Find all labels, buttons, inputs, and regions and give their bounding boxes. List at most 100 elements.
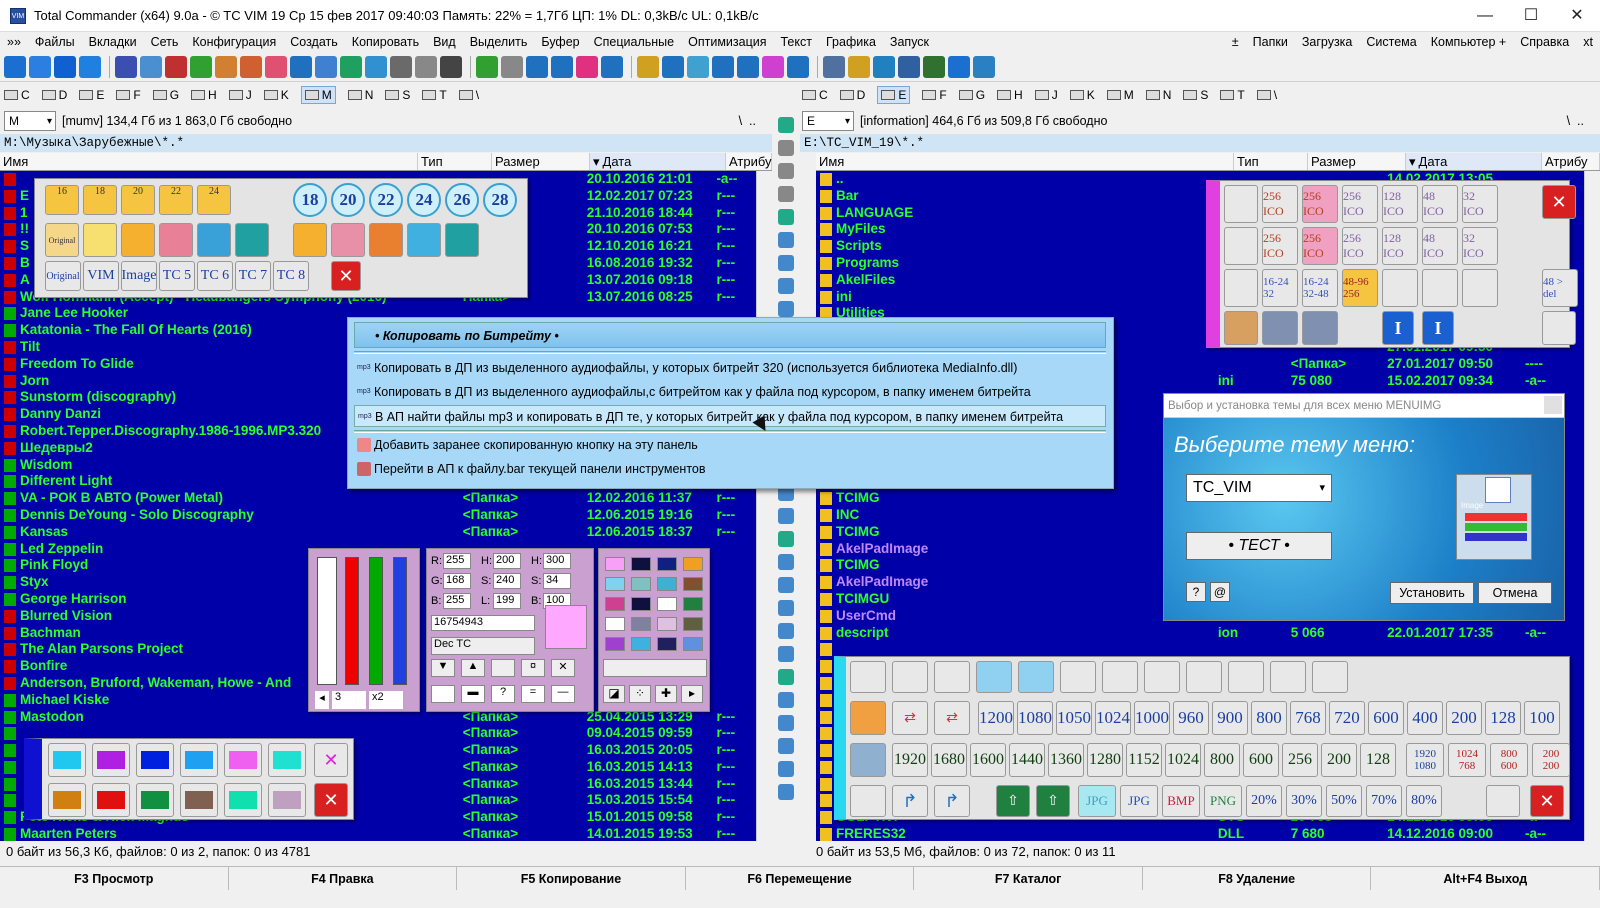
width-preset-button[interactable]: 200 <box>1446 701 1482 735</box>
resolution-pair-button[interactable]: 1024 768 <box>1448 743 1486 777</box>
toolbar-button-icon[interactable] <box>662 55 684 78</box>
menu-item[interactable]: Создать <box>283 35 345 49</box>
menu-item[interactable]: Загрузка <box>1295 35 1360 49</box>
side-button-icon[interactable] <box>778 715 794 731</box>
layout-icon[interactable] <box>1102 661 1138 693</box>
drive-button-h[interactable]: H <box>997 88 1023 102</box>
drive-button-e[interactable]: E <box>877 86 911 104</box>
arrow-size-button[interactable]: 18 <box>83 185 117 215</box>
menu-item[interactable]: Специальные <box>587 35 682 49</box>
folder-style-button[interactable]: Original <box>45 223 79 257</box>
drive-button-t[interactable]: T <box>1220 88 1245 102</box>
layout-icon[interactable] <box>1312 661 1348 693</box>
windows-logo-icon[interactable] <box>850 785 886 817</box>
menu-item-copy-bitrate[interactable]: mp3 Копировать в ДП из выделенного аудиоф… <box>354 381 1106 403</box>
windows-logo-icon[interactable] <box>1462 269 1498 307</box>
color-button[interactable] <box>136 743 174 777</box>
color-swatch[interactable] <box>657 597 677 611</box>
side-button-icon[interactable] <box>778 209 794 225</box>
col-date[interactable]: ▾ Дата <box>1406 153 1542 170</box>
theme-variant-button[interactable]: TC 7 <box>235 261 271 291</box>
height-preset-button[interactable]: 128 <box>1360 743 1396 777</box>
ico-size-button[interactable]: 256 ICO <box>1342 227 1378 265</box>
height-preset-button[interactable]: 1152 <box>1126 743 1162 777</box>
fkey-button[interactable]: F4 Правка <box>229 867 458 890</box>
color-tool-button[interactable]: = <box>521 685 545 703</box>
side-button-icon[interactable] <box>778 554 794 570</box>
toolbar-button-icon[interactable] <box>823 55 845 78</box>
resolution-pair-button[interactable]: 800 600 <box>1490 743 1528 777</box>
col-name[interactable]: Имя <box>816 153 1234 170</box>
width-preset-button[interactable]: 960 <box>1173 701 1209 735</box>
right-root-button[interactable]: \ .. <box>1567 114 1584 128</box>
width-select[interactable]: 3 <box>332 691 366 709</box>
color-swatch[interactable] <box>605 617 625 631</box>
left-current-path[interactable]: M:\Музыка\Зарубежные\*.* <box>0 134 772 152</box>
width-preset-button[interactable]: 800 <box>1251 701 1287 735</box>
height-preset-button[interactable]: 1920 <box>892 743 928 777</box>
color-swatch[interactable] <box>631 617 651 631</box>
toolbar-button-icon[interactable] <box>79 55 101 78</box>
toolbar-button-icon[interactable] <box>4 55 26 78</box>
side-button-icon[interactable] <box>778 163 794 179</box>
col-size[interactable]: Размер <box>492 153 590 170</box>
color-value-field[interactable]: 255 <box>443 553 471 569</box>
windows-logo-icon[interactable] <box>1422 269 1458 307</box>
width-preset-button[interactable]: 720 <box>1329 701 1365 735</box>
menu-item[interactable]: Запуск <box>883 35 936 49</box>
side-button-icon[interactable] <box>778 623 794 639</box>
color-value-field[interactable]: 199 <box>493 593 521 609</box>
width-preset-button[interactable]: 1024 <box>1095 701 1131 735</box>
color-action-button[interactable]: ¤ <box>521 659 545 677</box>
toolbar-button-icon[interactable] <box>526 55 548 78</box>
right-current-path[interactable]: E:\TC_VIM_19\*.* <box>800 134 1600 152</box>
redo-arrow-icon[interactable]: ↱ <box>892 785 928 817</box>
menu-item[interactable]: Справка <box>1513 35 1576 49</box>
file-row[interactable]: Maarten Peters <Папка> 14.01.2015 19:53 r--… <box>0 826 772 841</box>
arrow-size-button[interactable]: 24 <box>197 185 231 215</box>
fkey-button[interactable]: Alt+F4 Выход <box>1371 867 1600 890</box>
ico-size-button[interactable]: 256 ICO <box>1302 185 1338 223</box>
side-button-icon[interactable] <box>778 301 794 317</box>
circle-size-button[interactable]: 20 <box>331 183 365 217</box>
swatch-select[interactable] <box>603 659 707 677</box>
menu-item[interactable]: Конфигурация <box>185 35 283 49</box>
color-swatch[interactable] <box>605 597 625 611</box>
drive-button-root[interactable]: \ <box>458 88 479 102</box>
width-preset-button[interactable]: 600 <box>1368 701 1404 735</box>
drive-button-d[interactable]: D <box>41 88 67 102</box>
toolbar-button-icon[interactable] <box>712 55 734 78</box>
color-value-field[interactable]: 34 <box>543 573 571 589</box>
theme-variant-button[interactable]: Original <box>45 261 81 291</box>
cancel-button[interactable]: Отмена <box>1478 582 1552 604</box>
toolbar-button-icon[interactable] <box>973 55 995 78</box>
color-tool-button[interactable]: ? <box>491 685 515 703</box>
menu-item[interactable]: Текст <box>774 35 819 49</box>
drive-button-f[interactable]: F <box>116 88 141 102</box>
layout-icon[interactable] <box>1060 661 1096 693</box>
color-swatch[interactable] <box>657 637 677 651</box>
color-swatch[interactable] <box>683 637 703 651</box>
ico-range-button[interactable]: 48 > del <box>1542 269 1578 307</box>
drive-button-g[interactable]: G <box>152 88 179 102</box>
fkey-button[interactable]: F5 Копирование <box>457 867 686 890</box>
side-button-icon[interactable] <box>778 117 794 133</box>
folder-icon[interactable] <box>293 223 327 257</box>
side-button-icon[interactable] <box>778 577 794 593</box>
file-row[interactable]: Kansas <Папка> 12.06.2015 18:37 r--- <box>0 524 772 541</box>
color-swatch[interactable] <box>683 617 703 631</box>
height-preset-button[interactable]: 1600 <box>970 743 1006 777</box>
drive-button-g[interactable]: G <box>958 88 985 102</box>
drive-button-k[interactable]: K <box>263 88 289 102</box>
toolbar-button-icon[interactable] <box>737 55 759 78</box>
side-button-icon[interactable] <box>778 692 794 708</box>
side-button-icon[interactable] <box>778 508 794 524</box>
maximize-button[interactable]: ☐ <box>1508 0 1554 32</box>
menu-item[interactable]: Вид <box>426 35 463 49</box>
ico-size-button[interactable]: 256 ICO <box>1262 185 1298 223</box>
ico-range-button[interactable]: 48-96 256 <box>1342 269 1378 307</box>
swatch-tool-button[interactable]: ▸ <box>681 685 703 703</box>
color-swatch[interactable] <box>631 557 651 571</box>
eye-icon[interactable] <box>850 701 886 735</box>
drive-button-j[interactable]: J <box>1034 88 1058 102</box>
